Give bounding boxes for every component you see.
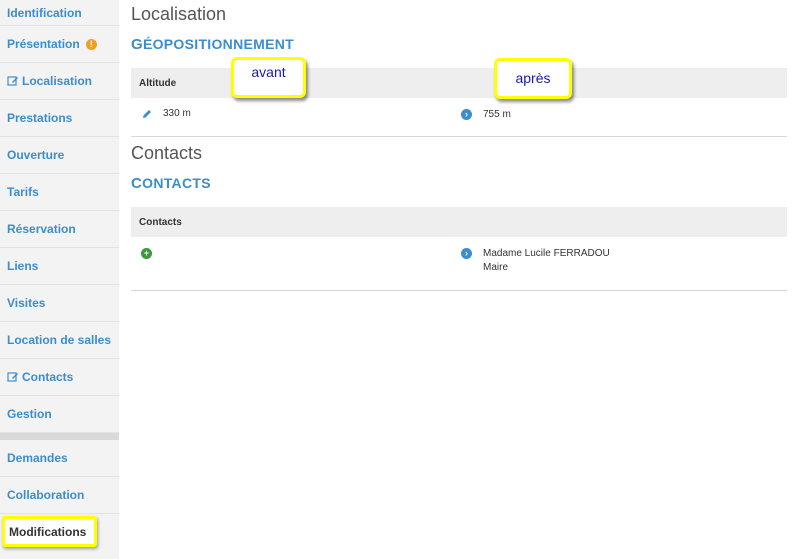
edit-icon xyxy=(7,76,18,86)
table-row: + › Madame Lucile FERRADOU Maire xyxy=(131,237,787,290)
sidebar-item-contacts[interactable]: Contacts xyxy=(0,359,119,396)
after-cell: › Madame Lucile FERRADOU Maire xyxy=(461,247,610,275)
pencil-icon[interactable] xyxy=(141,108,153,120)
edit-icon xyxy=(7,372,18,382)
sidebar-item-gestion[interactable]: Gestion xyxy=(0,396,119,433)
sidebar-item-reservation[interactable]: Réservation xyxy=(0,211,119,248)
main-content: Localisation GÉOPOSITIONNEMENT Altitude … xyxy=(131,0,787,291)
table-header: Contacts xyxy=(131,207,787,237)
warning-icon: ! xyxy=(85,38,97,50)
sidebar-divider xyxy=(0,433,119,440)
altitude-table: Altitude 330 m › 755 m xyxy=(131,68,787,137)
before-value: 330 m xyxy=(163,108,191,119)
contact-name: Madame Lucile FERRADOU xyxy=(483,248,610,259)
sidebar-item-visites[interactable]: Visites xyxy=(0,285,119,322)
contact-role: Maire xyxy=(483,262,509,273)
sidebar-item-presentation[interactable]: Présentation ! xyxy=(0,26,119,63)
table-row: 330 m › 755 m xyxy=(131,98,787,136)
after-cell: › 755 m xyxy=(461,108,511,122)
sidebar-item-label: Localisation xyxy=(22,74,93,88)
before-cell: + xyxy=(141,247,152,259)
sidebar-item-label: Identification xyxy=(7,5,82,20)
sidebar-item-label: Contacts xyxy=(22,370,74,384)
plus-circle-icon[interactable]: + xyxy=(141,248,152,259)
sidebar-item-collaboration[interactable]: Collaboration xyxy=(0,477,119,514)
sidebar-item-liens[interactable]: Liens xyxy=(0,248,119,285)
subsection-title-contacts: CONTACTS xyxy=(131,175,211,192)
sidebar-item-tarifs[interactable]: Tarifs xyxy=(0,174,119,211)
sidebar-item-demandes[interactable]: Demandes xyxy=(0,440,119,477)
sidebar-item-modifications[interactable]: Modifications xyxy=(2,516,97,547)
sidebar-item-label: Visites xyxy=(7,296,46,310)
after-value: 755 m xyxy=(483,109,511,120)
sidebar-item-label: Demandes xyxy=(7,451,68,465)
sidebar-item-prestations[interactable]: Prestations xyxy=(0,100,119,137)
callout-after: après xyxy=(494,58,572,99)
sidebar-item-label: Ouverture xyxy=(7,148,65,162)
sidebar-item-label: Modifications xyxy=(9,524,87,539)
sidebar-item-label: Présentation xyxy=(7,37,80,51)
sidebar-item-label: Gestion xyxy=(7,407,52,421)
callout-before: avant xyxy=(231,57,306,98)
contacts-table: Contacts + › Madame Lucile FERRADOU Mair… xyxy=(131,207,787,291)
sidebar-item-label: Prestations xyxy=(7,111,73,125)
sidebar-item-label: Tarifs xyxy=(7,185,39,199)
subsection-title-geopositionnement: GÉOPOSITIONNEMENT xyxy=(131,36,295,53)
chevron-right-circle-icon: › xyxy=(461,248,472,259)
table-header: Altitude xyxy=(131,68,787,98)
section-title-localisation: Localisation xyxy=(131,4,227,24)
section-title-contacts: Contacts xyxy=(131,143,203,163)
sidebar-item-label: Réservation xyxy=(7,222,76,236)
sidebar-item-label: Liens xyxy=(7,259,39,273)
sidebar-nav: Identification Présentation ! Localisati… xyxy=(0,0,119,559)
sidebar-item-label: Collaboration xyxy=(7,488,85,502)
before-cell: 330 m xyxy=(141,108,191,120)
chevron-right-circle-icon: › xyxy=(461,109,472,120)
sidebar-item-label: Location de salles xyxy=(7,333,112,347)
sidebar-item-identification[interactable]: Identification xyxy=(0,0,119,26)
contact-info: Madame Lucile FERRADOU Maire xyxy=(483,247,610,275)
sidebar-item-ouverture[interactable]: Ouverture xyxy=(0,137,119,174)
sidebar-item-localisation[interactable]: Localisation xyxy=(0,63,119,100)
sidebar-item-location-de-salles[interactable]: Location de salles xyxy=(0,322,119,359)
